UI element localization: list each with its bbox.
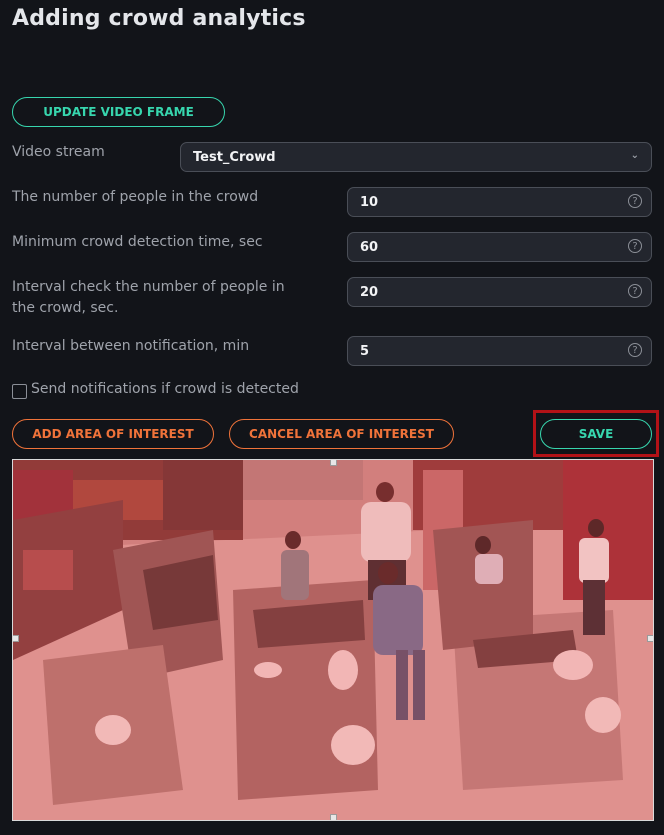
send-notifications-label[interactable]: Send notifications if crowd is detected xyxy=(31,381,299,397)
chevron-down-icon: ⌄ xyxy=(630,150,639,161)
video-stream-label: Video stream xyxy=(12,144,105,160)
video-frame-image xyxy=(13,460,653,820)
help-circle-icon[interactable]: ? xyxy=(628,343,642,357)
interval-check-label: Interval check the number of people in t… xyxy=(12,279,285,316)
cancel-area-of-interest-button[interactable]: CANCEL AREA OF INTEREST xyxy=(229,419,454,449)
notification-interval-value: 5 xyxy=(360,343,370,359)
help-circle-icon[interactable]: ? xyxy=(628,284,642,298)
notification-interval-input[interactable]: 5 ? xyxy=(347,336,652,366)
video-frame[interactable] xyxy=(12,459,654,821)
page-title: Adding crowd analytics xyxy=(12,6,306,31)
notification-interval-label: Interval between notification, min xyxy=(12,338,250,354)
add-area-of-interest-button[interactable]: ADD AREA OF INTEREST xyxy=(12,419,214,449)
min-detection-time-input[interactable]: 60 ? xyxy=(347,232,652,262)
area-handle-left[interactable] xyxy=(13,635,19,642)
help-circle-icon[interactable]: ? xyxy=(628,194,642,208)
area-handle-bottom[interactable] xyxy=(330,814,337,820)
update-video-frame-button[interactable]: UPDATE VIDEO FRAME xyxy=(12,97,225,127)
people-count-input[interactable]: 10 ? xyxy=(347,187,652,217)
video-stream-value: Test_Crowd xyxy=(193,149,276,165)
area-handle-top[interactable] xyxy=(330,460,337,466)
video-stream-select[interactable]: Test_Crowd ⌄ xyxy=(180,142,652,172)
min-detection-time-label: Minimum crowd detection time, sec xyxy=(12,234,263,250)
help-circle-icon[interactable]: ? xyxy=(628,239,642,253)
send-notifications-checkbox[interactable] xyxy=(12,384,27,399)
people-count-value: 10 xyxy=(360,194,379,210)
area-handle-right[interactable] xyxy=(647,635,653,642)
min-detection-time-value: 60 xyxy=(360,239,379,255)
people-count-label: The number of people in the crowd xyxy=(12,189,259,205)
interval-check-input[interactable]: 20 ? xyxy=(347,277,652,307)
interval-check-value: 20 xyxy=(360,284,379,300)
save-button[interactable]: SAVE xyxy=(540,419,652,449)
